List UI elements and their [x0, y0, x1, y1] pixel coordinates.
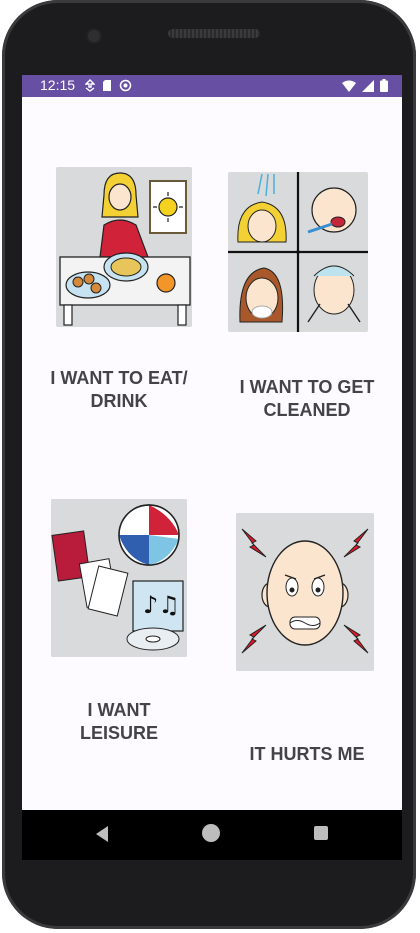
hurts-card[interactable]: IT HURTS ME [212, 499, 402, 764]
status-time: 12:15 [40, 77, 76, 93]
navigation-bar [22, 810, 402, 860]
sync-icon [119, 79, 132, 92]
data-saver-icon [85, 79, 95, 92]
speaker-grille [168, 29, 260, 38]
app-screen: 12:15 I WANT TO EAT/ DRINK I WANT TO GET… [22, 75, 402, 810]
back-icon[interactable] [94, 825, 110, 843]
hurts-label: IT HURTS ME [249, 744, 365, 764]
home-icon[interactable] [202, 824, 220, 842]
status-bar: 12:15 [22, 75, 402, 97]
wifi-icon [342, 80, 356, 92]
leisure-label: I WANT LEISURE [79, 700, 158, 743]
leisure-card[interactable]: ♪♫ I WANT LEISURE [24, 499, 214, 759]
sd-card-icon [103, 80, 111, 91]
cleaning-pictogram [228, 172, 368, 332]
eat-drink-pictogram [56, 167, 192, 327]
recents-icon[interactable] [314, 826, 328, 840]
eat-drink-label: I WANT TO EAT/ DRINK [50, 368, 188, 411]
svg-text:♪♫: ♪♫ [143, 591, 180, 619]
camera-icon [86, 28, 102, 44]
eat-drink-card[interactable]: I WANT TO EAT/ DRINK [24, 167, 214, 427]
cell-signal-icon [362, 79, 374, 92]
cleaned-label: I WANT TO GET CLEANED [239, 377, 375, 420]
pain-pictogram [236, 513, 374, 671]
leisure-pictogram: ♪♫ [51, 499, 187, 657]
battery-icon [380, 79, 388, 92]
cleaned-card[interactable]: I WANT TO GET CLEANED [212, 167, 402, 427]
